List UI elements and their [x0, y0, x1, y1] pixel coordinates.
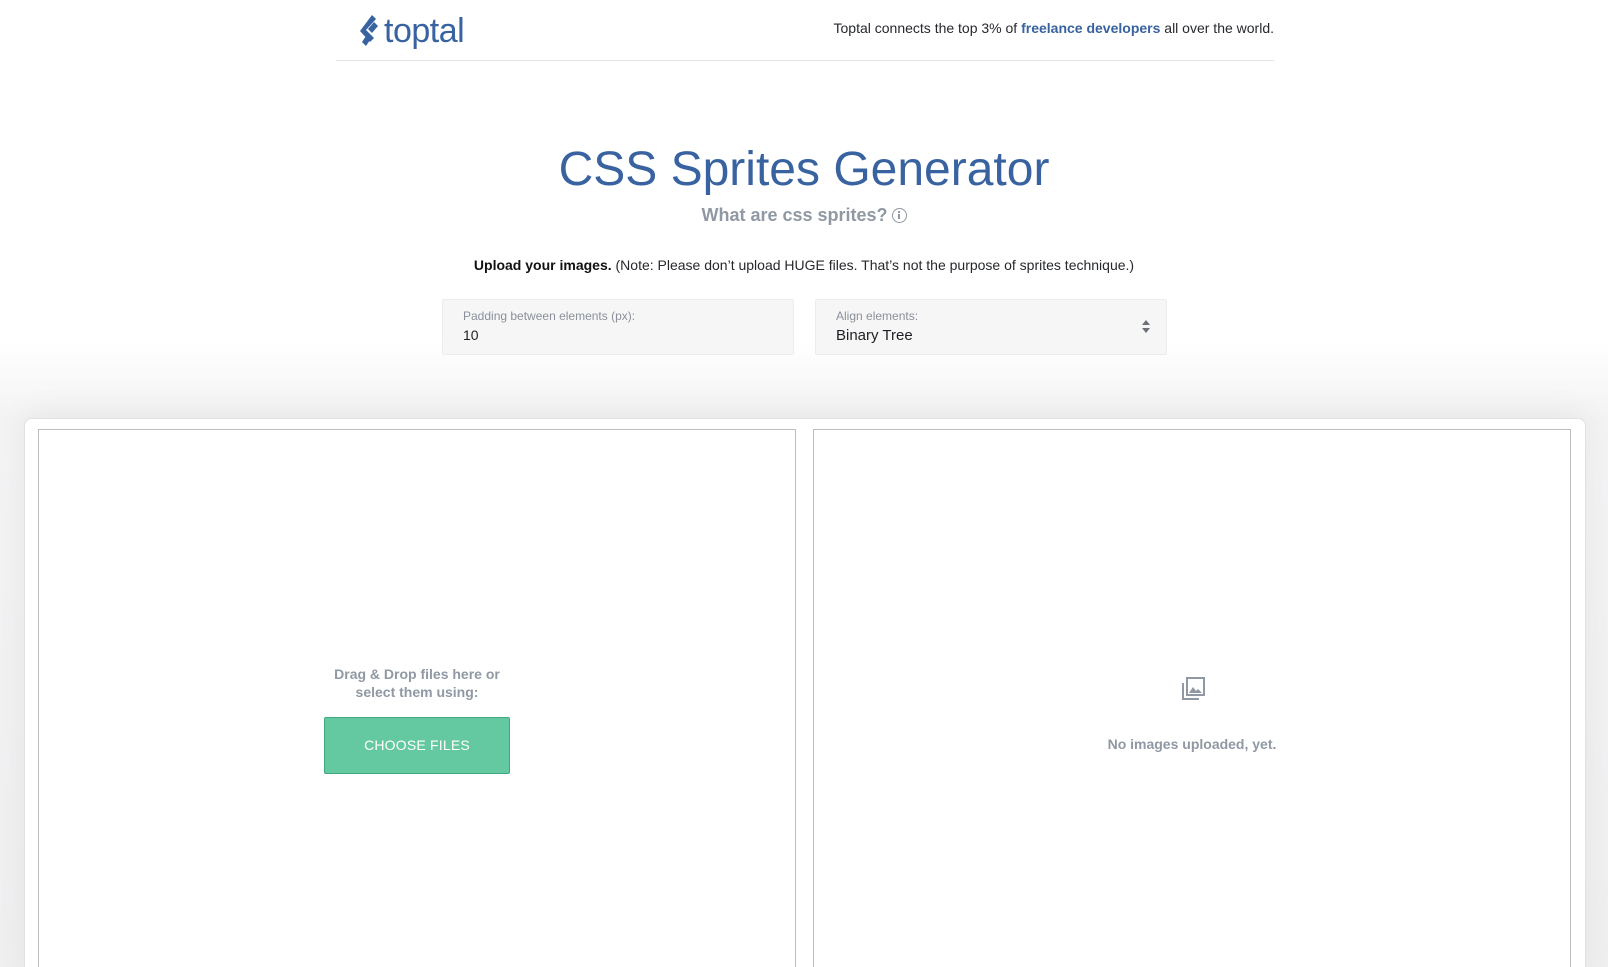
choose-files-button[interactable]: CHOOSE FILES — [324, 717, 510, 774]
logo-text: toptal — [384, 12, 465, 50]
select-arrows-icon[interactable] — [1142, 320, 1150, 334]
what-are-sprites-link[interactable]: What are css sprites? — [0, 205, 1608, 226]
tagline-prefix: Toptal connects the top 3% of — [833, 20, 1022, 36]
padding-input[interactable] — [463, 327, 763, 343]
info-icon[interactable] — [891, 208, 907, 223]
align-selected-value[interactable]: Binary Tree — [836, 327, 913, 344]
dropzone-line-2: select them using: — [355, 684, 479, 700]
upload-dropzone[interactable]: Drag & Drop files here or select them us… — [38, 429, 796, 967]
no-images-text: No images uploaded, yet. — [1107, 736, 1277, 752]
workspace: Drag & Drop files here or select them us… — [24, 418, 1586, 967]
toptal-logo[interactable]: toptal — [358, 12, 465, 50]
page: toptal Toptal connects the top 3% of fre… — [0, 0, 1608, 967]
tagline-suffix: all over the world. — [1160, 20, 1274, 36]
page-title: CSS Sprites Generator — [558, 143, 1050, 196]
dropzone-text: Drag & Drop files here or select them us… — [39, 665, 795, 701]
padding-label: Padding between elements (px): — [463, 309, 636, 323]
upload-note-text: (Note: Please don’t upload HUGE files. T… — [611, 257, 1135, 273]
align-label: Align elements: — [836, 309, 919, 323]
dropzone-line-1: Drag & Drop files here or — [334, 666, 500, 682]
padding-field[interactable]: Padding between elements (px): — [442, 299, 794, 355]
align-select[interactable]: Align elements: Binary Tree — [815, 299, 1167, 355]
subtitle-text: What are css sprites? — [701, 205, 888, 225]
preview-panel: No images uploaded, yet. — [813, 429, 1571, 967]
site-header: toptal Toptal connects the top 3% of fre… — [336, 0, 1274, 61]
header-tagline: Toptal connects the top 3% of freelance … — [834, 20, 1274, 36]
upload-label: Upload your images. — [473, 257, 612, 273]
upload-note: Upload your images. (Note: Please don’t … — [0, 257, 1608, 273]
toptal-logo-icon — [360, 15, 378, 46]
images-icon — [1182, 677, 1205, 700]
freelance-developers-link[interactable]: freelance developers — [1021, 20, 1160, 36]
